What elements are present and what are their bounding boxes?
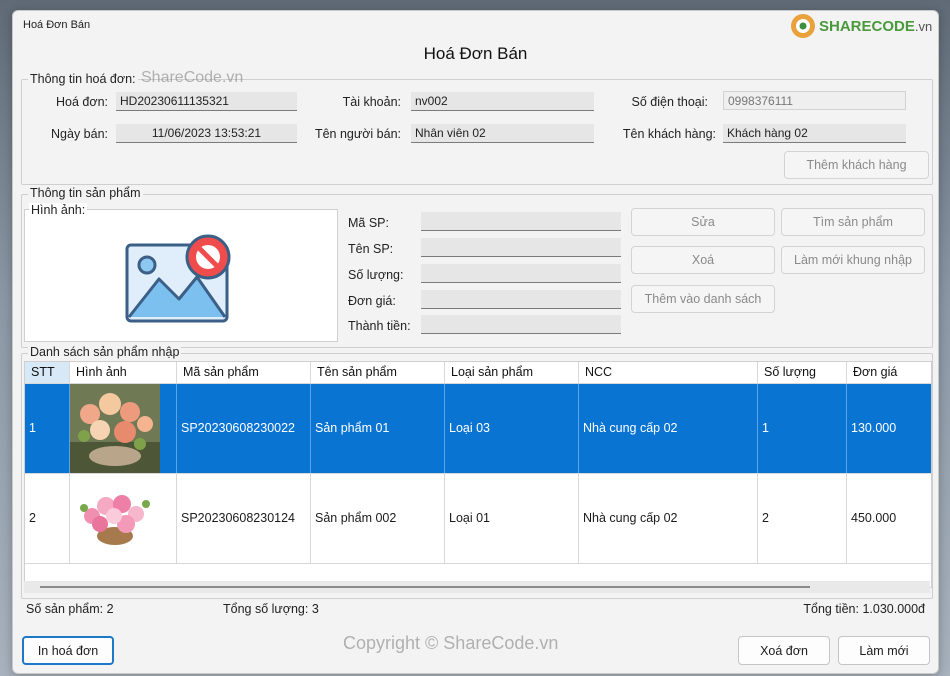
- total-amount: Tổng tiền: 1.030.000đ: [803, 602, 925, 616]
- cell-supplier: Nhà cung cấp 02: [579, 384, 758, 473]
- invoice-info-legend: Thông tin hoá đơn:: [28, 72, 138, 86]
- refresh-button[interactable]: Làm mới: [838, 636, 930, 665]
- scrollbar-thumb[interactable]: [40, 586, 810, 588]
- total-quantity: Tổng số lượng: 3: [223, 602, 319, 616]
- col-qty[interactable]: Số lượng: [758, 362, 847, 383]
- product-code-field[interactable]: [421, 212, 621, 231]
- print-invoice-button[interactable]: In hoá đơn: [22, 636, 114, 665]
- logo-text: SHARECODE: [819, 17, 915, 35]
- qty-label: Số lượng:: [348, 268, 404, 282]
- delete-invoice-button[interactable]: Xoá đơn: [738, 636, 830, 665]
- phone-label: Số điện thoại:: [631, 95, 708, 109]
- add-to-list-button[interactable]: Thêm vào danh sách: [631, 285, 775, 313]
- account-field[interactable]: nv002: [411, 92, 594, 111]
- edit-button[interactable]: Sửa: [631, 208, 775, 236]
- cell-type: Loại 01: [445, 474, 579, 563]
- watermark-bottom: Copyright © ShareCode.vn: [343, 633, 559, 653]
- customer-field[interactable]: Khách hàng 02: [723, 124, 906, 143]
- cell-stt: 2: [25, 474, 70, 563]
- grid-header: STT Hình ảnh Mã sản phẩm Tên sản phẩm Lo…: [25, 362, 931, 384]
- cell-code: SP20230608230124: [177, 474, 311, 563]
- find-product-button[interactable]: Tìm sản phẩm: [781, 208, 925, 236]
- product-list-legend: Danh sách sản phẩm nhập: [28, 345, 182, 359]
- flower-basket-image: [70, 384, 176, 473]
- watermark-top: ShareCode.vn: [141, 69, 244, 86]
- col-code[interactable]: Mã sản phẩm: [177, 362, 311, 383]
- logo-suffix: .vn: [914, 18, 933, 34]
- col-price[interactable]: Đơn giá: [847, 362, 931, 383]
- no-image-icon: [125, 234, 231, 323]
- product-qty-field[interactable]: [421, 264, 621, 283]
- invoice-code-field[interactable]: HD20230611135321: [116, 92, 297, 111]
- account-label: Tài khoản:: [342, 95, 401, 109]
- add-customer-button[interactable]: Thêm khách hàng: [784, 151, 929, 179]
- sale-date-field[interactable]: 11/06/2023 13:53:21: [116, 124, 297, 143]
- date-label: Ngày bán:: [51, 127, 108, 141]
- product-price-field[interactable]: [421, 290, 621, 309]
- cell-stt: 1: [25, 384, 70, 473]
- seller-field[interactable]: Nhân viên 02: [411, 124, 594, 143]
- table-row[interactable]: 1 SP20230608230022 Sản phẩm 01 Loại 03 N…: [25, 384, 931, 474]
- col-name[interactable]: Tên sản phẩm: [311, 362, 445, 383]
- code-label: Mã SP:: [348, 216, 389, 230]
- name-label: Tên SP:: [348, 242, 394, 256]
- phone-field[interactable]: 0998376111: [723, 91, 906, 110]
- invoice-window: Hoá Đơn Bán Hoá Đơn Bán Thông tin hoá đơ…: [12, 10, 939, 674]
- sharecode-logo-icon: [791, 14, 815, 38]
- table-row[interactable]: 2 SP20230608230124 Sản phẩm 002 Loại 01 …: [25, 474, 931, 564]
- cell-supplier: Nhà cung cấp 02: [579, 474, 758, 563]
- cell-code: SP20230608230022: [177, 384, 311, 473]
- total-label: Thành tiền:: [348, 319, 411, 333]
- col-image[interactable]: Hình ảnh: [70, 362, 177, 383]
- col-stt[interactable]: STT: [25, 362, 70, 383]
- pink-bouquet-image: [70, 474, 176, 563]
- col-type[interactable]: Loại sản phẩm: [445, 362, 579, 383]
- cell-image: [70, 384, 177, 473]
- cell-name: Sản phẩm 01: [311, 384, 445, 473]
- window-title: Hoá Đơn Bán: [23, 19, 91, 31]
- refresh-form-button[interactable]: Làm mới khung nhập: [781, 246, 925, 274]
- seller-label: Tên người bán:: [314, 127, 401, 141]
- delete-button[interactable]: Xoá: [631, 246, 775, 274]
- cell-type: Loại 03: [445, 384, 579, 473]
- product-info-legend: Thông tin sản phẩm: [28, 186, 143, 200]
- product-grid[interactable]: STT Hình ảnh Mã sản phẩm Tên sản phẩm Lo…: [24, 361, 932, 588]
- cell-price: 450.000: [847, 474, 931, 563]
- invoice-label: Hoá đơn:: [56, 95, 108, 109]
- horizontal-scrollbar[interactable]: [24, 581, 930, 593]
- cell-qty: 2: [758, 474, 847, 563]
- price-label: Đơn giá:: [348, 294, 396, 308]
- customer-label: Tên khách hàng:: [622, 127, 716, 141]
- image-legend: Hình ảnh:: [29, 203, 88, 217]
- cell-price: 130.000: [847, 384, 931, 473]
- cell-image: [70, 474, 177, 563]
- product-total-field[interactable]: [421, 315, 621, 334]
- sharecode-logo: SHARECODE .vn: [790, 12, 940, 40]
- cell-qty: 1: [758, 384, 847, 473]
- form-title: Hoá Đơn Bán: [423, 44, 528, 63]
- cell-name: Sản phẩm 002: [311, 474, 445, 563]
- product-count: Số sản phẩm: 2: [26, 602, 114, 616]
- product-name-field[interactable]: [421, 238, 621, 257]
- col-supplier[interactable]: NCC: [579, 362, 758, 383]
